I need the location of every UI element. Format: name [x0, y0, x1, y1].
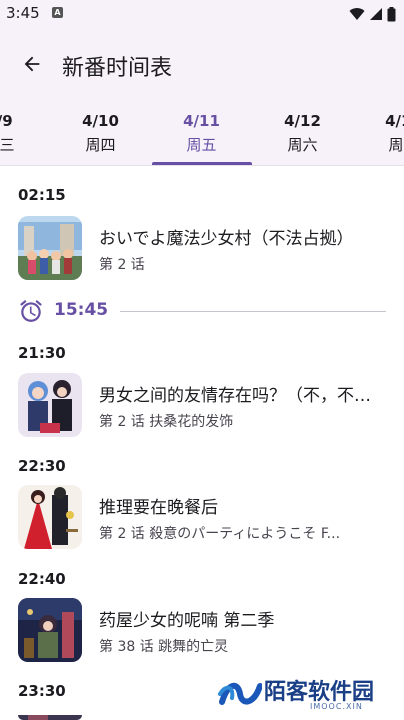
time-header: 21:30 — [18, 344, 66, 362]
status-icons — [349, 6, 396, 22]
episode-info: 第 2 话 殺意のパーティにようこそ F... — [99, 526, 341, 542]
page-title: 新番时间表 — [62, 56, 173, 81]
anime-item[interactable]: 药屋少女的呢喃 第二季 第 38 话 跳舞的亡灵 — [18, 598, 388, 662]
tab-weekday: 周四 — [85, 136, 116, 154]
current-time-marker: 15:45 — [18, 296, 388, 326]
tab-indicator — [152, 162, 252, 165]
time-header: 22:30 — [18, 457, 66, 475]
alarm-icon — [20, 300, 42, 322]
anime-title: 推理要在晚餐后 — [99, 498, 218, 518]
current-time: 15:45 — [54, 300, 109, 320]
schedule-list[interactable]: 02:15 おいでよ魔法少女村（不法占拠） 第 2 话 15:45 21:30 — [0, 166, 404, 720]
time-header: 23:30 — [18, 682, 66, 700]
tab-weekday: 周三 — [0, 136, 15, 154]
status-bar: 3:45 A — [0, 0, 404, 28]
tab-weekday: 周日 — [388, 136, 404, 154]
tab-weekday: 周五 — [186, 136, 217, 154]
watermark-domain: IMOOC.XIN — [310, 702, 363, 711]
tab-date: 4/12 — [284, 112, 321, 130]
tab-day-3[interactable]: 4/11 周五 — [151, 100, 252, 165]
status-time: 3:45 — [6, 4, 40, 22]
battery-icon — [387, 6, 396, 21]
anime-title: 男女之间的友情存在吗？（不，不存在!!） — [99, 386, 373, 406]
notification-icon: A — [52, 7, 63, 18]
anime-cover — [18, 710, 82, 720]
tab-day-2[interactable]: 4/10 周四 — [50, 100, 151, 165]
episode-info: 第 38 话 跳舞的亡灵 — [99, 639, 229, 655]
anime-item[interactable]: 男女之间的友情存在吗？（不，不存在!!） 第 2 话 扶桑花的发饰 — [18, 373, 388, 437]
watermark-logo-icon — [218, 682, 262, 705]
episode-info: 第 2 话 — [99, 257, 145, 273]
tab-date: 4/10 — [82, 112, 119, 130]
anime-cover — [18, 485, 82, 549]
app-bar: 新番时间表 — [0, 28, 404, 100]
tab-date: 4/13 — [385, 112, 404, 130]
time-header: 02:15 — [18, 186, 66, 204]
wifi-icon — [349, 8, 365, 20]
divider — [120, 311, 386, 312]
tab-day-4[interactable]: 4/12 周六 — [252, 100, 353, 165]
watermark: 陌客软件园 IMOOC.XIN — [218, 672, 398, 716]
date-tabs: 4/9 周三 4/10 周四 4/11 周五 4/12 周六 4/13 周日 — [0, 100, 404, 166]
back-button[interactable] — [12, 44, 52, 84]
tab-date: 4/11 — [183, 112, 220, 130]
episode-info: 第 2 话 扶桑花的发饰 — [99, 414, 234, 430]
tab-weekday: 周六 — [287, 136, 318, 154]
arrow-back-icon — [24, 56, 40, 72]
tab-day-1[interactable]: 4/9 周三 — [0, 100, 50, 165]
tab-day-5[interactable]: 4/13 周日 — [353, 100, 404, 165]
anime-title: 药屋少女的呢喃 第二季 — [99, 611, 275, 631]
anime-item[interactable]: おいでよ魔法少女村（不法占拠） 第 2 话 — [18, 216, 388, 280]
time-header: 22:40 — [18, 570, 66, 588]
anime-item[interactable]: 推理要在晚餐后 第 2 话 殺意のパーティにようこそ F... — [18, 485, 388, 549]
tab-date: 4/9 — [0, 112, 13, 130]
anime-cover — [18, 216, 82, 280]
anime-cover — [18, 373, 82, 437]
anime-cover — [18, 598, 82, 662]
cellular-signal-icon — [370, 8, 382, 20]
anime-title: おいでよ魔法少女村（不法占拠） — [99, 229, 354, 249]
